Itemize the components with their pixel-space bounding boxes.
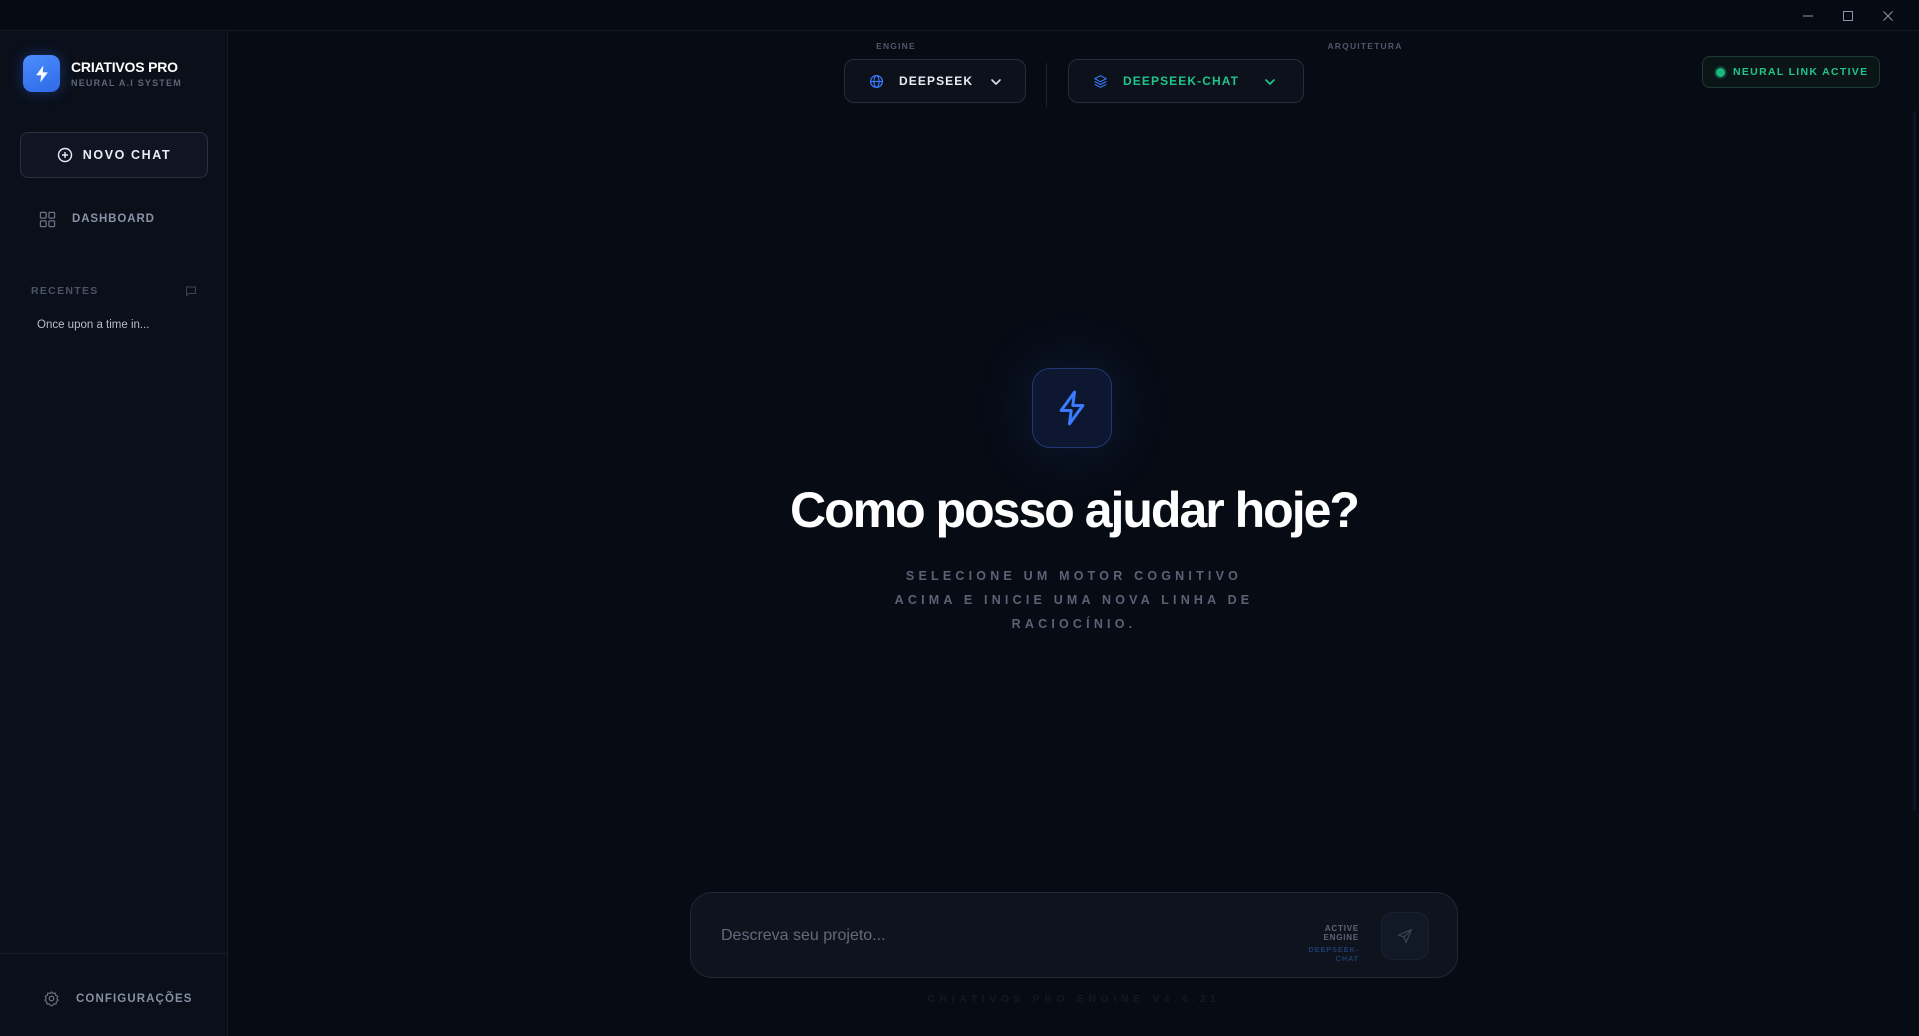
window-titlebar [0,0,1919,31]
recent-section-header: RECENTES [31,284,197,298]
brand: CRIATIVOS PRO NEURAL A.I SYSTEM [23,55,182,92]
prompt-input[interactable] [721,919,1241,953]
plus-circle-icon [57,147,72,163]
minimize-icon [1803,15,1813,17]
active-engine-value: DEEPSEEK-CHAT [1308,945,1359,963]
brand-name: CRIATIVOS PRO [71,59,178,75]
recent-heading: RECENTES [31,285,99,297]
settings-button[interactable]: CONFIGURAÇÕES [43,990,193,1007]
page-title: Como posso ajudar hoje? [790,482,1360,538]
new-chat-label: NOVO CHAT [82,148,172,162]
architecture-label: ARQUITETURA [1327,41,1403,51]
layers-icon [1094,74,1107,88]
send-icon [1397,928,1413,944]
bolt-icon [35,65,48,82]
sidebar-footer: CONFIGURAÇÕES [0,953,228,1036]
new-chat-button[interactable]: NOVO CHAT [20,132,208,178]
status-label: NEURAL LINK ACTIVE [1733,66,1869,78]
grid-icon [39,211,56,227]
composer: ACTIVE ENGINE DEEPSEEK-CHAT [690,892,1458,978]
selector-divider [1046,63,1047,107]
settings-label: CONFIGURAÇÕES [76,992,193,1005]
maximize-button[interactable] [1828,5,1868,27]
chat-bubble-icon [186,286,196,297]
chevron-down-icon [1265,79,1275,85]
gear-icon [44,991,59,1007]
active-engine-indicator: ACTIVE ENGINE DEEPSEEK-CHAT [1287,924,1359,963]
status-badge: NEURAL LINK ACTIVE [1702,56,1880,88]
recent-chat-item[interactable]: Once upon a time in... [27,313,207,337]
scrollbar[interactable] [1913,111,1916,811]
bolt-icon [1059,390,1085,426]
sidebar: CRIATIVOS PRO NEURAL A.I SYSTEM NOVO CHA… [0,31,228,1036]
architecture-select[interactable]: DEEPSEEK-CHAT [1068,59,1304,103]
send-button[interactable] [1381,912,1429,960]
chevron-down-icon [991,79,1001,85]
hero-logo [1032,368,1112,448]
version-label: CRIATIVOS PRO ENGINE V4.4.21 [927,993,1221,1005]
main-area: ENGINE DEEPSEEK ARQUITETURA DEEPSEEK-CHA… [229,31,1919,1036]
architecture-value: DEEPSEEK-CHAT [1123,74,1240,88]
maximize-icon [1843,11,1853,21]
brand-logo [23,55,60,92]
active-engine-label: ACTIVE ENGINE [1323,924,1359,942]
close-icon [1883,11,1893,21]
close-button[interactable] [1868,5,1908,27]
sidebar-item-dashboard[interactable]: DASHBOARD [20,204,208,234]
globe-icon [869,74,884,88]
engine-value: DEEPSEEK [899,74,974,88]
status-dot-icon [1716,67,1725,77]
minimize-button[interactable] [1788,5,1828,27]
page-subtitle: SELECIONE UM MOTOR COGNITIVO ACIMA E INI… [894,569,1254,631]
engine-select[interactable]: DEEPSEEK [844,59,1026,103]
engine-label: ENGINE [876,41,916,51]
sidebar-item-label: DASHBOARD [72,213,155,225]
brand-subtitle: NEURAL A.I SYSTEM [71,78,182,88]
